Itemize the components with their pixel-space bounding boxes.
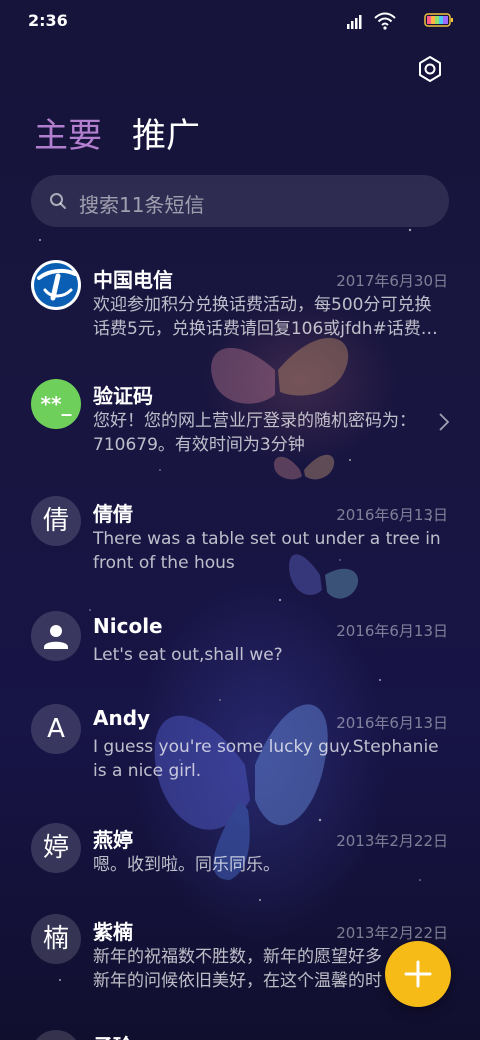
sender-name: 验证码 (93, 384, 153, 408)
avatar-text (31, 1030, 81, 1040)
search-placeholder: 搜索11条短信 (79, 193, 205, 217)
message-item[interactable]: **_ 验证码 您好！您的网上营业厅登录的随机密码为： 710679。有效时间为… (0, 374, 480, 474)
preview-line: front of the hous (93, 553, 235, 573)
sender-name: 子玲 (93, 1030, 133, 1040)
message-item[interactable]: 倩 倩倩 2016年6月13日 There was a table set ou… (0, 492, 480, 592)
sender-name: 倩倩 (93, 502, 133, 526)
chevron-right-icon[interactable] (438, 412, 450, 432)
sender-name: 中国电信 (93, 268, 173, 292)
battery-icon (424, 13, 453, 27)
avatar (31, 1030, 81, 1040)
message-preview: There was a table set out under a tree i… (93, 527, 445, 575)
message-item[interactable]: 中国电信 2017年6月30日 欢迎参加积分兑换话费活动，每500分可兑换 话费… (0, 258, 480, 358)
preview-line: I guess you're some lucky guy.Stephanie (93, 737, 439, 757)
message-preview: 新年的祝福数不胜数，新年的愿望好多 新年的问候依旧美好，在这个温馨的时 (93, 945, 383, 993)
preview-line: 欢迎参加积分兑换话费活动，每500分可兑换 (93, 295, 432, 315)
message-date: 2013年2月22日 (336, 924, 448, 942)
message-item[interactable]: Nicole 2016年6月13日 Let's eat out,shall we… (0, 608, 480, 688)
preview-line: 嗯。收到啦。同乐同乐。 (93, 855, 280, 875)
preview-line: 710679。有效时间为3分钟 (93, 435, 305, 455)
message-date: 2016年6月13日 (336, 714, 448, 732)
message-date: 2016年6月13日 (336, 506, 448, 524)
avatar (31, 611, 81, 661)
sender-name: Andy (93, 706, 151, 730)
message-preview: I guess you're some lucky guy.Stephanie … (93, 735, 445, 783)
gear-icon (419, 56, 441, 82)
compose-button[interactable] (385, 941, 451, 1007)
avatar (31, 260, 81, 310)
message-preview: 欢迎参加积分兑换话费活动，每500分可兑换 话费5元，兑换话费请回复106或jf… (93, 293, 445, 341)
preview-line: 新年的祝福数不胜数，新年的愿望好多 (93, 947, 382, 967)
preview-line: 话费5元，兑换话费请回复106或jfdh#话费… (93, 319, 438, 339)
settings-button[interactable] (414, 53, 446, 85)
message-item[interactable]: 婷 燕婷 2013年2月22日 嗯。收到啦。同乐同乐。 (0, 820, 480, 900)
status-bar: 2:36 (0, 0, 480, 42)
message-date: 2017年6月30日 (336, 272, 448, 290)
preview-line: 您好！您的网上营业厅登录的随机密码为： (93, 411, 416, 431)
avatar-text: A (47, 714, 65, 744)
wifi-icon (374, 12, 396, 30)
avatar: A (31, 704, 81, 754)
message-item[interactable]: A Andy 2016年6月13日 I guess you're some lu… (0, 702, 480, 802)
person-icon (44, 625, 68, 649)
message-date: 2013年2月22日 (336, 832, 448, 850)
avatar-text: **_ (40, 392, 72, 416)
preview-line: 新年的问候依旧美好，在这个温馨的时 (93, 971, 382, 991)
avatar-text: 倩 (42, 506, 69, 536)
search-bar[interactable]: 搜索11条短信 (31, 175, 449, 227)
avatar: 楠 (31, 914, 81, 964)
preview-line: Let's eat out,shall we? (93, 645, 283, 665)
avatar-text: 楠 (42, 924, 69, 954)
preview-line: There was a table set out under a tree i… (93, 529, 441, 549)
search-icon (50, 193, 66, 209)
signal-icon (347, 15, 362, 29)
sender-name: Nicole (93, 614, 163, 638)
message-preview: Let's eat out,shall we? (93, 643, 445, 667)
avatar: **_ (31, 379, 81, 429)
message-preview: 嗯。收到啦。同乐同乐。 (93, 853, 445, 877)
sender-name: 燕婷 (93, 828, 133, 852)
tab-promotions[interactable]: 推广 (132, 108, 200, 157)
plus-icon (404, 960, 432, 988)
preview-line: is a nice girl. (93, 761, 202, 781)
tab-main[interactable]: 主要 (34, 108, 102, 157)
avatar: 婷 (31, 823, 81, 873)
china-telecom-logo-icon (34, 263, 78, 307)
sender-name: 紫楠 (93, 920, 133, 944)
message-preview: 您好！您的网上营业厅登录的随机密码为： 710679。有效时间为3分钟 (93, 409, 445, 457)
message-date: 2016年6月13日 (336, 622, 448, 640)
status-time: 2:36 (28, 11, 68, 30)
avatar: 倩 (31, 496, 81, 546)
avatar-text: 婷 (42, 833, 69, 863)
message-item[interactable]: 子玲 (0, 1028, 480, 1040)
